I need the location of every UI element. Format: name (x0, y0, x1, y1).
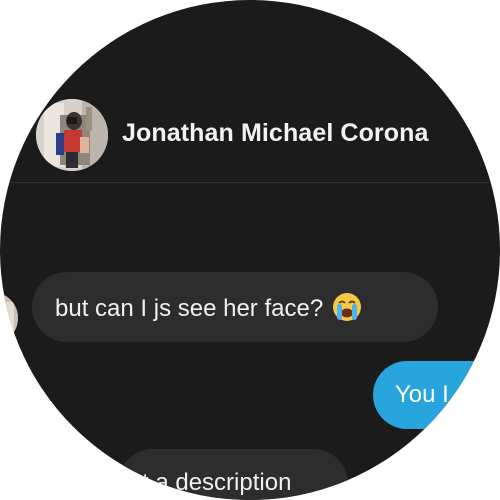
message-text: t a description (142, 469, 292, 496)
profile-photo-icon (0, 292, 18, 344)
outgoing-message[interactable]: You I (373, 361, 500, 429)
chat-header: Jonathan Michael Corona (0, 0, 500, 183)
contact-name[interactable]: Jonathan Michael Corona (122, 119, 429, 148)
incoming-message[interactable]: t a description (118, 449, 348, 500)
sender-avatar (0, 292, 18, 344)
profile-photo-icon (36, 99, 108, 171)
message-text: You I (395, 381, 449, 408)
loudly-crying-face-icon (332, 292, 362, 322)
contact-avatar[interactable] (36, 99, 108, 171)
incoming-message[interactable]: but can I js see her face? (32, 272, 438, 342)
chat-screen: Jonathan Michael Corona but can I js see… (0, 0, 500, 500)
message-text: but can I js see her face? (55, 295, 324, 322)
